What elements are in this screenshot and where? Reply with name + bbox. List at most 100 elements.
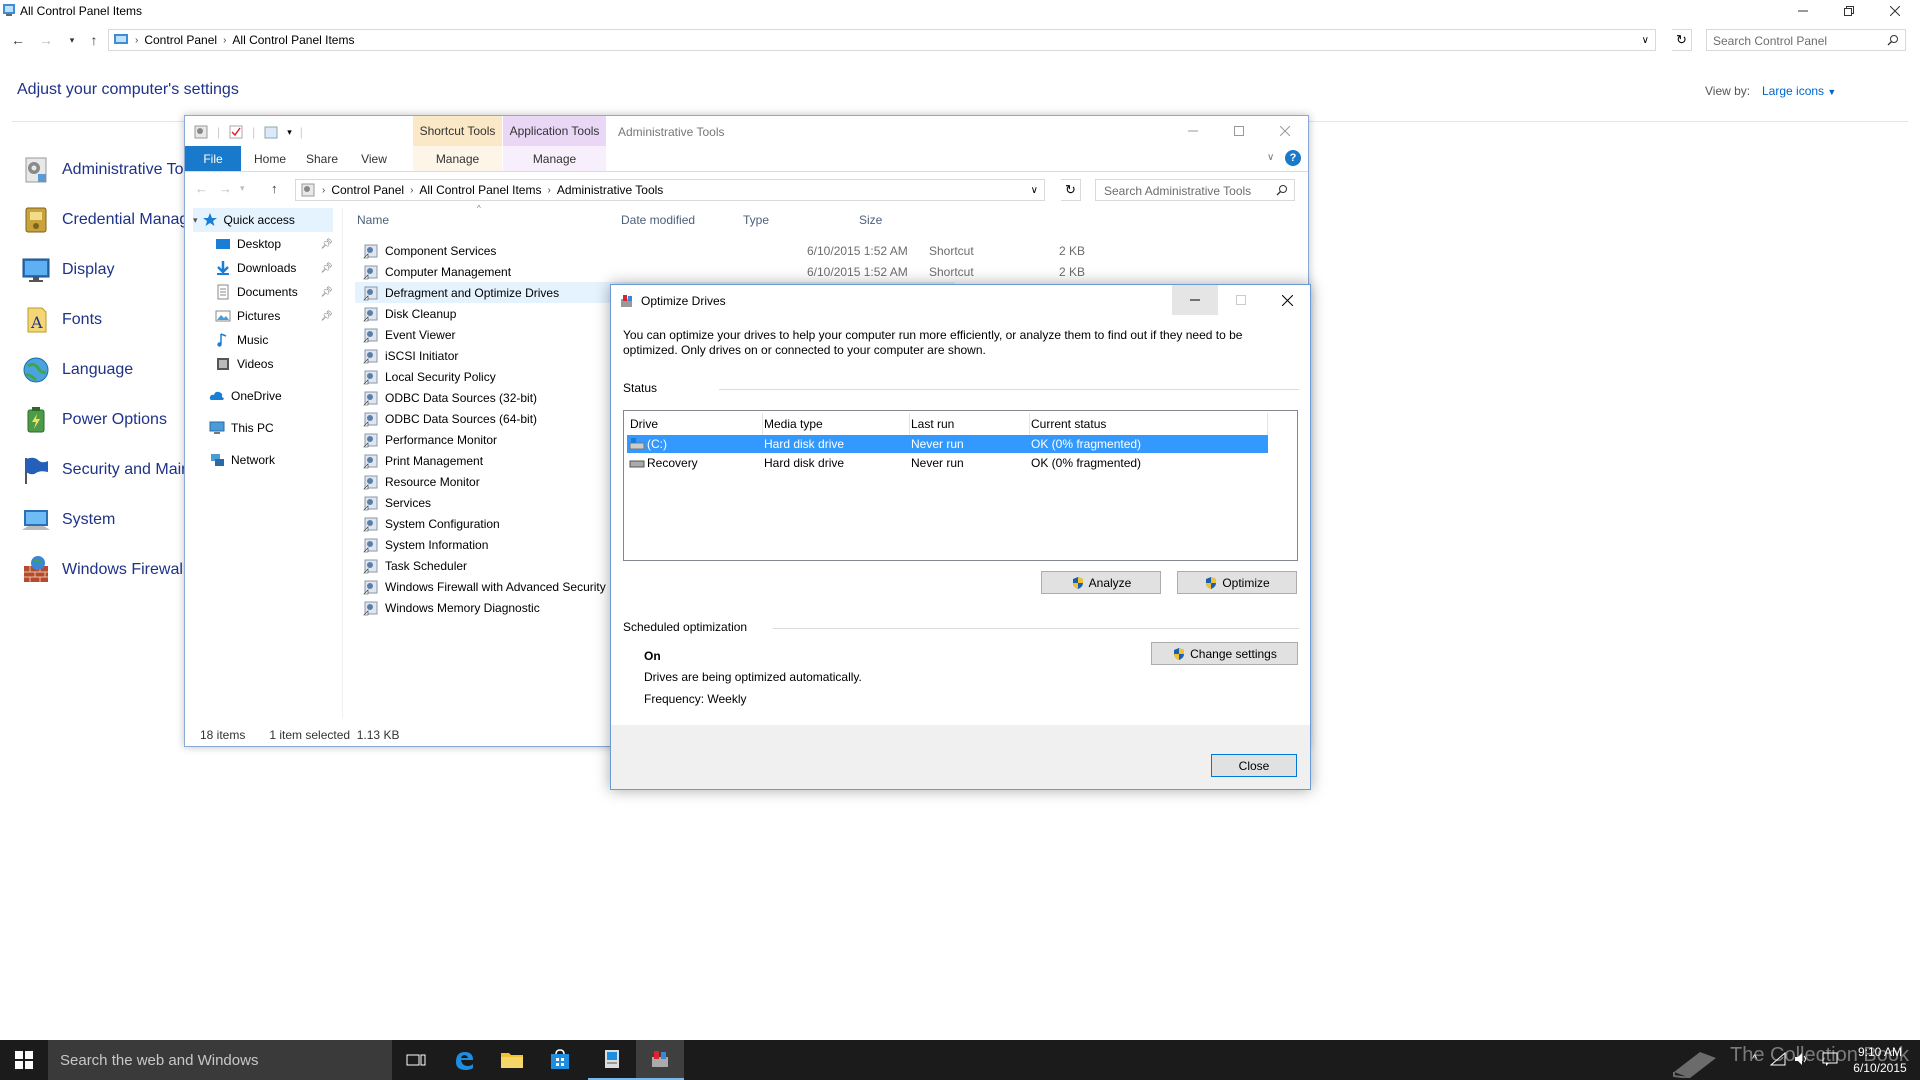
drive-row-recovery[interactable]: Recovery Hard disk drive Never run OK (0… [627,454,1268,472]
column-header-media-type[interactable]: Media type [764,415,823,433]
tab-file[interactable]: File [185,146,241,171]
search-icon [1887,35,1898,46]
tab-manage-shortcut[interactable]: Manage [413,146,502,171]
breadcrumb-all-items[interactable]: All Control Panel Items [419,183,541,197]
cp-item-power-options[interactable]: Power Options [20,400,190,440]
close-dialog-button[interactable]: Close [1211,754,1297,777]
pin-icon[interactable]: 📌︎ [320,311,333,322]
cp-item-credential-manager[interactable]: Credential Manager [20,200,190,240]
column-header-drive[interactable]: Drive [630,415,658,433]
breadcrumb-control-panel[interactable]: Control Panel [144,33,217,47]
up-button[interactable]: ↑ [84,30,104,50]
dialog-minimize-button[interactable] [1172,285,1218,315]
address-dropdown-icon[interactable]: ∨ [1031,185,1038,196]
qat-dropdown-icon[interactable]: ▾ [287,127,292,138]
explorer-address-bar[interactable]: › Control Panel › All Control Panel Item… [295,179,1045,201]
control-panel-icon [114,34,128,44]
address-dropdown-icon[interactable]: ∨ [1642,35,1649,46]
tab-home[interactable]: Home [245,146,295,171]
chevron-down-icon[interactable]: ▾ [240,183,245,194]
pin-icon[interactable]: 📌︎ [320,263,333,274]
tab-manage-application[interactable]: Manage [503,146,606,171]
back-button[interactable]: ← [8,30,28,50]
nav-music[interactable]: Music [215,328,339,352]
explorer-close-button[interactable] [1262,116,1308,146]
explorer-search-input[interactable]: Search Administrative Tools [1095,179,1295,201]
column-header-current-status[interactable]: Current status [1031,415,1106,433]
taskbar-clock[interactable]: 9:10 AM 6/10/2015 [1850,1044,1910,1076]
drive-row-c[interactable]: (C:) Hard disk drive Never run OK (0% fr… [627,435,1268,453]
task-view-button[interactable] [392,1040,440,1080]
explorer-maximize-button[interactable] [1216,116,1262,146]
admin-tools-small-icon[interactable] [193,124,209,140]
control-panel-search-input[interactable]: Search Control Panel [1706,29,1906,51]
dialog-maximize-button[interactable] [1218,285,1264,315]
file-row[interactable]: Computer Management 6/10/2015 1:52 AM Shor… [355,261,1085,282]
nav-documents[interactable]: Documents 📌︎ [215,280,339,304]
maximize-icon [1236,295,1246,305]
taskbar-optimize-drives[interactable] [636,1040,684,1080]
optimize-button[interactable]: Optimize [1177,571,1297,594]
nav-desktop[interactable]: Desktop 📌︎ [215,232,339,256]
minimize-button[interactable] [1780,0,1826,22]
help-icon[interactable]: ? [1285,150,1301,166]
cp-item-fonts[interactable]: A Fonts [20,300,190,340]
pin-icon[interactable]: 📌︎ [320,287,333,298]
analyze-button[interactable]: Analyze [1041,571,1161,594]
explorer-refresh-button[interactable]: ↻ [1061,179,1081,201]
new-folder-icon[interactable] [263,124,279,140]
refresh-button[interactable]: ↻ [1672,29,1692,51]
nav-videos[interactable]: Videos [215,352,339,376]
taskbar-search-box[interactable]: Search the web and Windows [48,1040,392,1080]
explorer-forward-icon[interactable]: → [219,181,232,196]
network-status-icon[interactable] [1770,1052,1786,1066]
cp-item-display[interactable]: Display [20,250,190,290]
taskbar-store[interactable] [536,1040,584,1080]
breadcrumb-administrative-tools[interactable]: Administrative Tools [557,183,664,197]
nav-network[interactable]: Network [209,448,333,472]
column-header-date[interactable]: Date modified [621,208,695,232]
file-row[interactable]: Component Services 6/10/2015 1:52 AM Short… [355,240,1085,261]
explorer-up-icon[interactable]: ↑ [271,181,278,196]
cp-item-administrative-tools[interactable]: Administrative Tools [20,150,190,190]
tab-view[interactable]: View [349,146,399,171]
nav-pictures[interactable]: Pictures 📌︎ [215,304,339,328]
breadcrumb-all-items[interactable]: All Control Panel Items [232,33,354,47]
change-settings-button[interactable]: Change settings [1151,642,1298,665]
dialog-close-button[interactable] [1264,285,1310,315]
tab-share[interactable]: Share [297,146,347,171]
cp-item-language[interactable]: Language [20,350,190,390]
taskbar-edge[interactable] [440,1040,488,1080]
forward-button[interactable]: → [36,30,56,50]
taskbar-control-panel[interactable] [588,1040,636,1080]
ribbon-expand-icon[interactable]: ∨ [1267,152,1274,163]
close-window-button[interactable] [1872,0,1918,22]
cp-item-windows-firewall[interactable]: Windows Firewall [20,550,190,590]
column-header-name[interactable]: Name [357,208,389,232]
recent-locations-button[interactable]: ▾ [62,30,82,50]
explorer-minimize-button[interactable] [1170,116,1216,146]
properties-icon[interactable] [228,124,244,140]
control-panel-icon [605,1050,619,1068]
action-center-icon[interactable] [1822,1052,1838,1066]
pin-icon[interactable]: 📌︎ [320,239,333,250]
drive-list[interactable]: Drive Media type Last run Current status… [623,410,1298,561]
show-hidden-icons-icon[interactable]: ^ [1752,1053,1757,1065]
start-button[interactable] [0,1040,48,1080]
cp-item-system[interactable]: System [20,500,190,540]
column-header-type[interactable]: Type [743,208,769,232]
nav-this-pc[interactable]: This PC [209,416,333,440]
restore-button[interactable] [1826,0,1872,22]
explorer-back-icon[interactable]: ← [195,181,208,196]
nav-downloads[interactable]: Downloads 📌︎ [215,256,339,280]
nav-onedrive[interactable]: OneDrive [209,384,333,408]
nav-quick-access[interactable]: ▾ Quick access [193,208,333,232]
breadcrumb-control-panel[interactable]: Control Panel [331,183,404,197]
address-bar[interactable]: › Control Panel › All Control Panel Item… [108,29,1656,51]
taskbar-file-explorer[interactable] [488,1040,536,1080]
cp-item-security-maintenance[interactable]: Security and Maintenance [20,450,190,490]
column-header-size[interactable]: Size [859,208,882,232]
view-by-dropdown[interactable]: Large icons ▼ [1762,84,1836,98]
column-header-last-run[interactable]: Last run [911,415,954,433]
volume-icon[interactable] [1794,1052,1810,1066]
